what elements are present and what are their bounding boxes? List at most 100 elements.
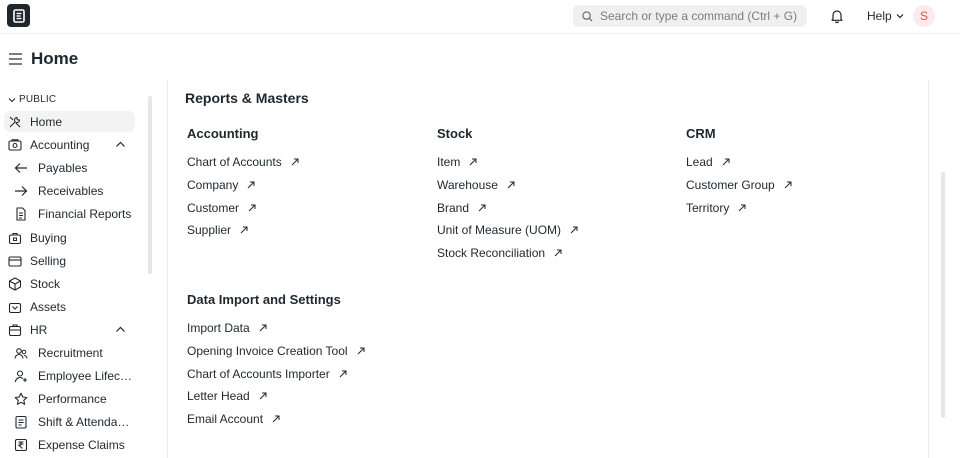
chevron-up-icon[interactable]	[115, 324, 126, 335]
file-icon	[16, 206, 26, 221]
sidebar-item-performance[interactable]: Performance	[4, 388, 135, 409]
sidebar-item-label: Assets	[30, 299, 67, 314]
link-import-data[interactable]: Import Data	[187, 317, 417, 340]
sidebar-item-buying[interactable]: Buying	[4, 227, 135, 248]
help-dropdown[interactable]: Help	[867, 9, 904, 23]
link-lead[interactable]: Lead	[686, 151, 916, 174]
sidebar-item-shift-attendance[interactable]: Shift & Attendance	[4, 411, 135, 432]
link-customer-group[interactable]: Customer Group	[686, 174, 916, 197]
sidebar-item-label: Financial Reports	[38, 206, 132, 221]
box-icon	[8, 276, 22, 291]
sidebar-item-assets[interactable]: Assets	[4, 296, 135, 317]
sidebar-item-expense-claims[interactable]: Expense Claims	[4, 434, 135, 455]
link-item[interactable]: Item	[437, 151, 667, 174]
link-email-account[interactable]: Email Account	[187, 408, 417, 431]
sidebar-item-home[interactable]: Home	[4, 111, 135, 132]
link-brand[interactable]: Brand	[437, 196, 667, 219]
link-label: Item	[437, 155, 461, 170]
link-customer[interactable]: Customer	[187, 196, 417, 219]
page-scrollbar[interactable]	[941, 172, 945, 418]
help-label: Help	[867, 9, 892, 23]
sidebar-scrollbar[interactable]	[148, 96, 152, 274]
tools-icon	[9, 116, 21, 127]
arrow-up-right-icon	[272, 415, 280, 423]
hr-icon	[8, 323, 22, 336]
arrow-right-icon	[15, 185, 28, 196]
accounting-icon	[8, 138, 22, 151]
sidebar-section-public[interactable]: PUBLIC	[8, 94, 56, 105]
group-title: CRM	[686, 126, 716, 141]
app-logo[interactable]	[7, 4, 30, 27]
arrow-up-right-icon	[291, 158, 299, 166]
group-crm: CRM Lead Customer Group Territory	[686, 126, 916, 219]
navbar: Search or type a command (Ctrl + G) Help…	[0, 0, 960, 34]
link-stock-reconciliation[interactable]: Stock Reconciliation	[437, 242, 667, 265]
sidebar-item-label: Selling	[30, 253, 67, 268]
link-label: Import Data	[187, 321, 250, 336]
link-label: Stock Reconciliation	[437, 246, 546, 261]
link-label: Territory	[686, 200, 730, 215]
search-bar[interactable]: Search or type a command (Ctrl + G)	[573, 5, 807, 27]
briefcase-icon	[8, 302, 22, 313]
arrow-up-right-icon	[738, 204, 746, 212]
link-label: Brand	[437, 200, 470, 215]
link-label: Chart of Accounts	[187, 155, 282, 170]
chevron-down-icon	[896, 14, 904, 19]
sidebar-item-recruitment[interactable]: Recruitment	[4, 342, 135, 363]
arrow-up-right-icon	[248, 204, 256, 212]
bell-icon[interactable]	[829, 8, 845, 24]
chevron-up-icon[interactable]	[115, 139, 126, 150]
hamburger-menu-icon[interactable]	[9, 53, 22, 65]
sidebar-item-label: Buying	[30, 230, 67, 245]
sidebar-item-label: Performance	[38, 391, 107, 406]
wallet-icon	[8, 255, 22, 267]
sidebar-item-accounting[interactable]: Accounting	[4, 134, 135, 155]
link-chart-of-accounts-importer[interactable]: Chart of Accounts Importer	[187, 362, 417, 385]
page-title: Home	[31, 49, 79, 68]
group-stock: Stock Item Warehouse Brand Unit of Measu…	[437, 126, 667, 264]
link-label: Opening Invoice Creation Tool	[187, 344, 348, 359]
link-supplier[interactable]: Supplier	[187, 219, 417, 242]
arrow-up-right-icon	[259, 324, 267, 332]
app-logo-icon	[12, 8, 25, 23]
sidebar-item-selling[interactable]: Selling	[4, 250, 135, 271]
link-chart-of-accounts[interactable]: Chart of Accounts	[187, 151, 417, 174]
arrow-left-icon	[14, 162, 27, 173]
sidebar-item-label: Shift & Attendance	[38, 414, 135, 429]
arrow-up-right-icon	[784, 181, 792, 189]
sidebar-item-label: HR	[30, 322, 48, 337]
sidebar-item-label: Expense Claims	[38, 437, 125, 452]
link-label: Unit of Measure (UOM)	[437, 223, 562, 238]
link-label: Lead	[686, 155, 713, 170]
sidebar-item-financial-reports[interactable]: Financial Reports	[4, 203, 135, 224]
sidebar: PUBLIC Home Accounting Payables Receivab…	[0, 88, 155, 458]
card-title: Reports & Masters	[185, 90, 309, 106]
sidebar-item-receivables[interactable]: Receivables	[4, 180, 135, 201]
sidebar-item-employee-lifecycle[interactable]: Employee Lifecycle	[4, 365, 135, 386]
link-label: Warehouse	[437, 178, 498, 193]
link-company[interactable]: Company	[187, 174, 417, 197]
arrow-up-right-icon	[722, 158, 730, 166]
link-label: Email Account	[187, 412, 264, 427]
sidebar-item-label: Accounting	[30, 137, 90, 152]
search-placeholder: Search or type a command (Ctrl + G)	[600, 9, 798, 23]
bag-icon	[8, 232, 22, 244]
link-opening-invoice-creation-tool[interactable]: Opening Invoice Creation Tool	[187, 340, 417, 363]
link-warehouse[interactable]: Warehouse	[437, 174, 667, 197]
search-icon	[582, 10, 593, 22]
link-label: Customer Group	[686, 178, 775, 193]
sidebar-item-label: Recruitment	[38, 345, 103, 360]
sidebar-item-label: Stock	[30, 276, 61, 291]
sidebar-item-hr[interactable]: HR	[4, 319, 135, 340]
link-label: Company	[187, 178, 239, 193]
group-accounting: Accounting Chart of Accounts Company Cus…	[187, 126, 417, 242]
sidebar-item-payables[interactable]: Payables	[4, 157, 135, 178]
avatar[interactable]: S	[913, 5, 935, 27]
link-unit-of-measure[interactable]: Unit of Measure (UOM)	[437, 219, 667, 242]
link-letter-head[interactable]: Letter Head	[187, 385, 417, 408]
sidebar-section-label: PUBLIC	[19, 94, 57, 105]
star-icon	[14, 392, 28, 405]
link-territory[interactable]: Territory	[686, 196, 916, 219]
sidebar-item-stock[interactable]: Stock	[4, 273, 135, 294]
link-label: Letter Head	[187, 389, 250, 404]
